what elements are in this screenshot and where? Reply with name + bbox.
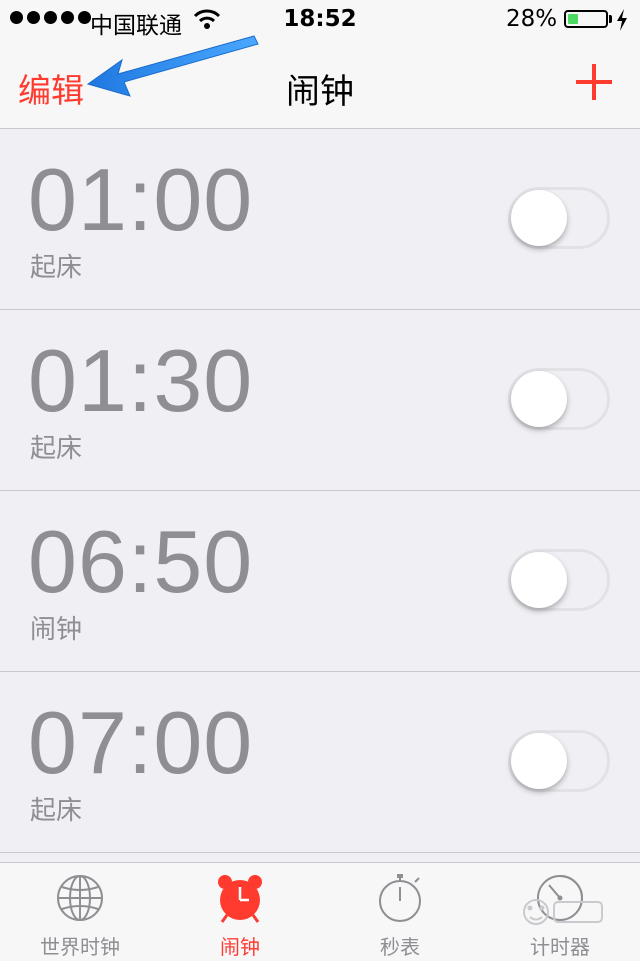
battery-icon [564, 10, 608, 28]
globe-icon [57, 875, 103, 921]
alarm-toggle[interactable] [508, 549, 610, 611]
alarm-time: 01:00 [28, 150, 254, 249]
tab-label: 世界时钟 [40, 935, 120, 959]
alarm-row[interactable]: 06:50 闹钟 [0, 491, 640, 672]
tab-world-clock[interactable]: 世界时钟 [0, 863, 160, 961]
alarm-toggle[interactable] [508, 187, 610, 249]
alarm-label: 起床 [30, 796, 83, 826]
alarm-toggle[interactable] [508, 730, 610, 792]
charging-bolt-icon [617, 9, 627, 31]
stopwatch-icon [379, 874, 421, 922]
battery-percent: 28% [506, 6, 558, 32]
toggle-knob [511, 190, 567, 246]
alarm-row[interactable]: 01:30 起床 [0, 310, 640, 491]
alarm-time: 06:50 [28, 512, 254, 611]
navigation-bar: 编辑 闹钟 [0, 40, 640, 129]
alarm-time: 07:00 [28, 693, 254, 792]
page-title: 闹钟 [286, 72, 354, 112]
toggle-knob [511, 733, 567, 789]
status-bar: 中国联通 18:52 28% [0, 0, 640, 40]
add-alarm-button[interactable] [574, 62, 614, 102]
watermark-logo-icon [523, 899, 603, 925]
tab-label: 秒表 [380, 935, 420, 959]
battery-tip [609, 15, 612, 23]
tab-stopwatch[interactable]: 秒表 [320, 863, 480, 961]
alarm-label: 起床 [30, 434, 83, 464]
tab-label: 闹钟 [220, 935, 260, 959]
alarm-label: 闹钟 [30, 615, 83, 645]
tab-alarm[interactable]: 闹钟 [160, 863, 320, 961]
alarm-label: 起床 [30, 253, 83, 283]
alarm-list: 01:00 起床 01:30 起床 06:50 闹钟 07:00 起床 [0, 129, 640, 853]
alarm-row[interactable]: 07:00 起床 [0, 672, 640, 853]
battery-fill [568, 14, 578, 24]
alarm-time: 01:30 [28, 331, 254, 430]
toggle-knob [511, 371, 567, 427]
alarm-row[interactable]: 01:00 起床 [0, 129, 640, 310]
toggle-knob [511, 552, 567, 608]
alarm-toggle[interactable] [508, 368, 610, 430]
alarm-clock-icon [218, 875, 262, 923]
